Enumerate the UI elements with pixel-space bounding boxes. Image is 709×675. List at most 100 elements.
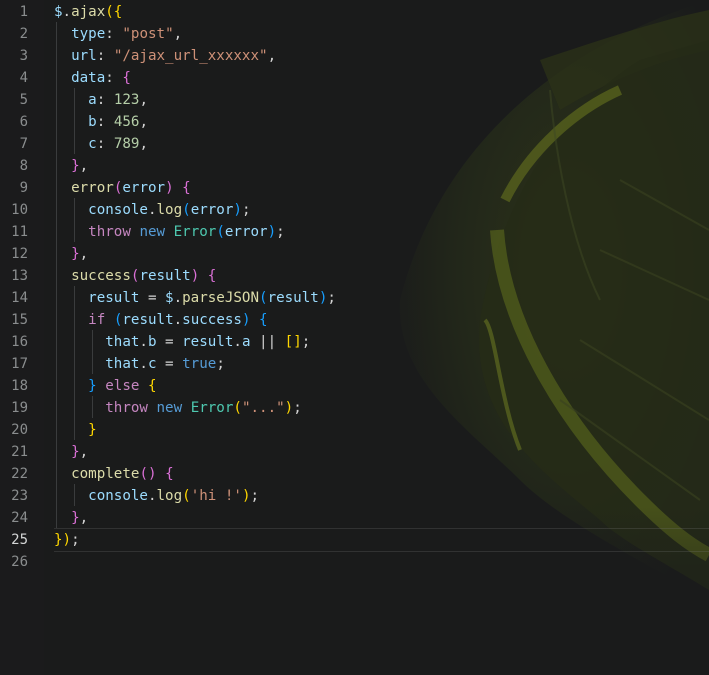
code-token: result (139, 268, 191, 284)
code-token: ; (293, 400, 302, 416)
code-token: . (173, 312, 183, 328)
code-line[interactable]: }, (54, 243, 88, 265)
line-number: 1 (19, 4, 28, 20)
code-token: { (182, 180, 191, 196)
code-token: } (88, 422, 97, 438)
code-token: . (147, 202, 157, 218)
code-line[interactable]: result = $.parseJSON(result); (54, 287, 336, 309)
code-line[interactable]: console.log(error); (54, 199, 251, 221)
code-line[interactable]: }, (54, 441, 88, 463)
code-token: }) (54, 532, 72, 548)
code-token: result (88, 290, 140, 306)
code-token: , (267, 48, 277, 64)
code-token: , (139, 114, 148, 130)
code-token: Error (173, 224, 217, 240)
code-token: , (79, 510, 89, 526)
code-line[interactable]: c: 789, (54, 133, 148, 155)
line-number: 2 (19, 26, 28, 42)
code-token: . (62, 4, 72, 20)
code-token: : (96, 48, 114, 64)
code-token: url (71, 48, 97, 64)
code-token: new (156, 400, 183, 416)
code-line[interactable]: data: { (54, 67, 131, 89)
code-line[interactable]: console.log('hi !'); (54, 485, 259, 507)
line-number: 11 (11, 224, 28, 240)
code-token: result (122, 312, 174, 328)
code-token: ; (241, 202, 251, 218)
code-token: log (156, 202, 183, 218)
code-line[interactable]: success(result) { (54, 265, 216, 287)
code-token: : (96, 92, 114, 108)
code-line[interactable]: b: 456, (54, 111, 148, 133)
code-token: { (259, 312, 268, 328)
code-line[interactable]: } (54, 419, 97, 441)
code-token: } (71, 510, 80, 526)
line-number: 10 (11, 202, 28, 218)
code-token: { (207, 268, 217, 284)
code-token: complete (71, 466, 140, 482)
code-token: b (88, 114, 97, 130)
code-token: ; (71, 532, 80, 548)
code-line[interactable]: }, (54, 155, 88, 177)
code-token: } (71, 158, 80, 174)
code-line[interactable]: throw new Error(error); (54, 221, 285, 243)
code-line[interactable]: $.ajax({ (54, 1, 122, 23)
code-token: parseJSON (182, 290, 260, 306)
code-token: result (182, 334, 234, 350)
code-token: "post" (122, 26, 174, 42)
code-line[interactable]: that.c = true; (54, 353, 225, 375)
code-token: data (71, 70, 106, 86)
code-line[interactable]: a: 123, (54, 89, 148, 111)
code-token: new (139, 224, 166, 240)
code-token: error (71, 180, 114, 196)
code-token: 789 (113, 136, 140, 152)
code-line[interactable]: }); (54, 529, 80, 551)
code-token: ; (216, 356, 225, 372)
code-line[interactable]: error(error) { (54, 177, 191, 199)
code-token: ) (267, 224, 277, 240)
code-token: : (105, 26, 123, 42)
code-token: , (173, 26, 183, 42)
code-token: error (190, 202, 234, 218)
code-token: () (139, 466, 157, 482)
code-line[interactable]: if (result.success) { (54, 309, 268, 331)
code-token: c (147, 356, 157, 372)
code-token: else (105, 378, 140, 394)
code-token: . (139, 334, 148, 350)
code-token: error (224, 224, 268, 240)
code-line[interactable]: } else { (54, 375, 156, 397)
code-token: 456 (113, 114, 140, 130)
code-token: || (250, 334, 285, 350)
code-line[interactable]: type: "post", (54, 23, 182, 45)
code-token: that (105, 356, 140, 372)
code-token: $ (165, 290, 174, 306)
code-editor[interactable]: 1 2 3 4 5 6 7 8 9 10 11 12 13 14 15 16 17 18 19 20 21 22 23 24 2… (0, 0, 709, 675)
line-number: 13 (11, 268, 28, 284)
code-token: true (182, 356, 217, 372)
code-line[interactable]: throw new Error("..."); (54, 397, 302, 419)
code-line[interactable]: that.b = result.a || []; (54, 331, 310, 353)
code-token: ( (233, 400, 242, 416)
code-line[interactable]: complete() { (54, 463, 174, 485)
code-line[interactable]: url: "/ajax_url_xxxxxx", (54, 45, 276, 67)
code-token: 'hi !' (190, 488, 242, 504)
code-token: [] (284, 334, 302, 350)
code-token: : (96, 114, 114, 130)
code-line[interactable]: }, (54, 507, 88, 529)
